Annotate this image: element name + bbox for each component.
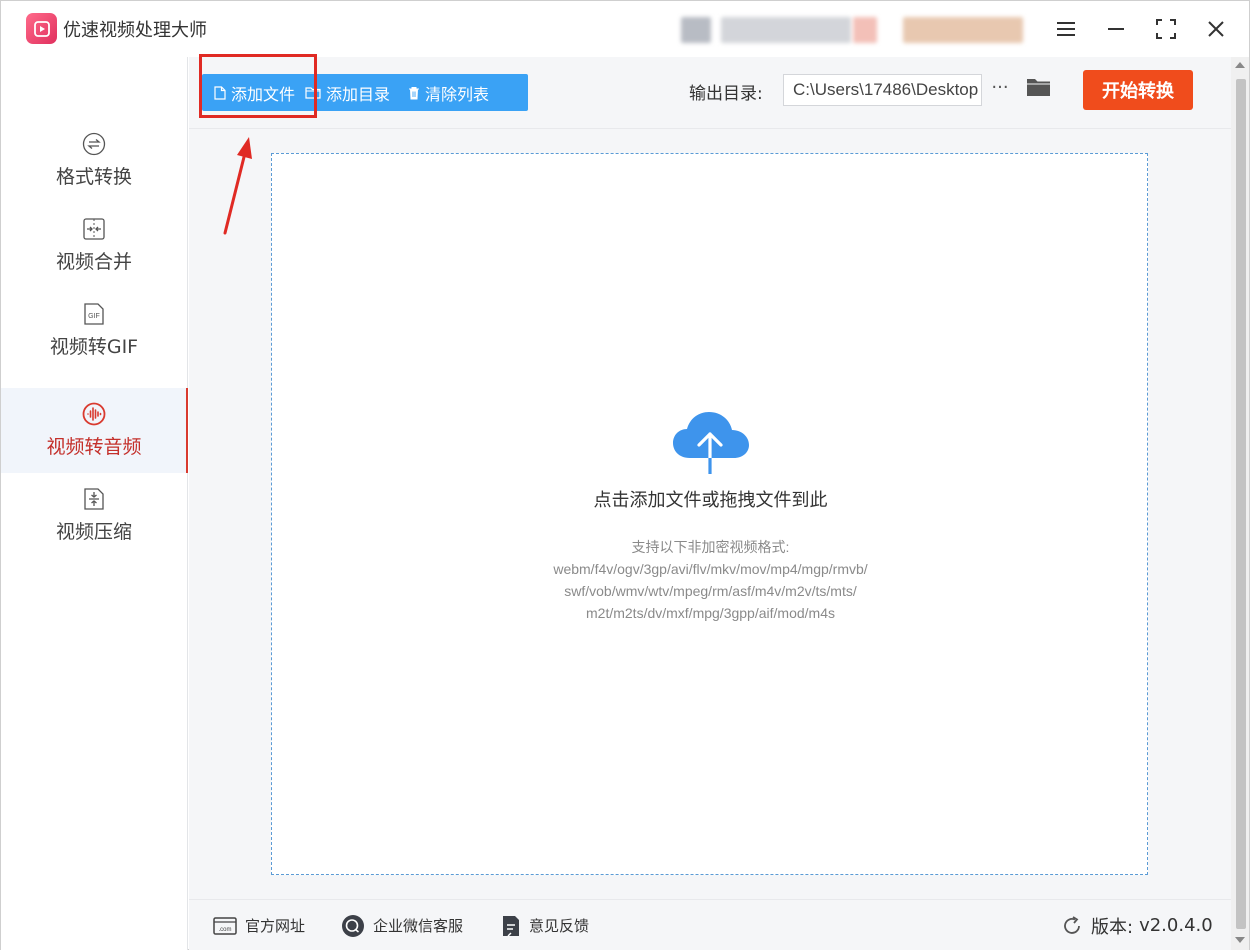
clear-list-label: 清除列表 <box>425 84 490 104</box>
wechat-label: 企业微信客服 <box>373 917 464 935</box>
supported-formats: 支持以下非加密视频格式: webm/f4v/ogv/3gp/avi/flv/mk… <box>272 536 1149 624</box>
sidebar-item-video-merge[interactable]: 视频合并 <box>1 203 187 288</box>
sidebar: 格式转换 视频合并 GIF 视频转GIF 视频转音频 视频压缩 <box>1 57 188 950</box>
sidebar-item-label: 视频合并 <box>55 251 132 273</box>
sidebar-item-video-compress[interactable]: 视频压缩 <box>1 473 187 558</box>
formats-line: m2t/m2ts/dv/mxf/mpg/3gpp/aif/mod/m4s <box>586 605 835 621</box>
svg-text:.com: .com <box>218 927 231 933</box>
trash-icon <box>409 86 420 99</box>
app-logo-icon <box>26 13 57 44</box>
scroll-up-arrow-icon[interactable] <box>1235 62 1245 68</box>
app-title: 优速视频处理大师 <box>63 20 207 41</box>
minimize-icon[interactable] <box>1100 13 1132 45</box>
close-icon[interactable] <box>1200 13 1232 45</box>
website-label: 官方网址 <box>245 917 306 935</box>
add-folder-button[interactable]: 添加目录 <box>303 74 398 111</box>
add-folder-label: 添加目录 <box>326 84 391 104</box>
wechat-icon <box>342 914 364 937</box>
version-info: 版本: v2.0.4.0 <box>1061 900 1213 950</box>
cloud-upload-icon <box>672 410 750 476</box>
sidebar-item-label: 格式转换 <box>55 166 132 188</box>
wechat-support-link[interactable]: 企业微信客服 <box>341 900 463 950</box>
toolbar: 添加文件 添加目录 清除列表 输出目录: C:\Users\17486\Desk… <box>189 54 1231 129</box>
feedback-icon <box>503 915 519 936</box>
annotation-highlight-box <box>199 54 317 118</box>
sidebar-item-label: 视频转音频 <box>46 436 142 458</box>
svg-text:GIF: GIF <box>88 313 100 320</box>
scroll-down-arrow-icon[interactable] <box>1235 937 1245 943</box>
maximize-icon[interactable] <box>1150 13 1182 45</box>
version-number: v2.0.4.0 <box>1139 915 1213 936</box>
sidebar-item-format-convert[interactable]: 格式转换 <box>1 118 187 203</box>
start-convert-button[interactable]: 开始转换 <box>1083 70 1193 110</box>
open-folder-icon[interactable] <box>1025 75 1053 103</box>
formats-line: swf/vob/wmv/wtv/mpeg/rm/asf/m4v/m2v/ts/m… <box>564 583 857 599</box>
formats-line: webm/f4v/ogv/3gp/avi/flv/mkv/mov/mp4/mgp… <box>553 561 868 577</box>
app-window: 优速视频处理大师 格式转换 视频合并 GIF 视频转GIF 视频转音频 视频压缩… <box>0 0 1250 950</box>
scroll-thumb[interactable] <box>1236 79 1246 929</box>
gif-icon: GIF <box>82 302 106 326</box>
output-dir-field[interactable]: C:\Users\17486\Desktop <box>783 74 982 106</box>
output-dir-label: 输出目录: <box>689 84 763 104</box>
official-website-link[interactable]: .com 官方网址 <box>213 900 305 950</box>
footer: .com 官方网址 企业微信客服 意见反馈 版本: v2.0.4.0 <box>189 899 1231 950</box>
sidebar-item-label: 视频压缩 <box>55 521 132 543</box>
sidebar-item-label: 视频转GIF <box>49 336 139 358</box>
version-label: 版本: <box>1091 916 1134 938</box>
merge-icon <box>82 217 106 241</box>
drop-zone-title: 点击添加文件或拖拽文件到此 <box>593 490 828 511</box>
format-convert-icon <box>82 132 106 156</box>
browse-more-button[interactable]: ··· <box>989 74 1011 106</box>
sidebar-item-video-to-audio[interactable]: 视频转音频 <box>1 388 188 473</box>
vertical-scrollbar[interactable] <box>1231 57 1249 950</box>
compress-icon <box>82 487 106 511</box>
feedback-label: 意见反馈 <box>529 917 590 935</box>
feedback-link[interactable]: 意见反馈 <box>501 900 589 950</box>
formats-heading: 支持以下非加密视频格式: <box>631 539 790 555</box>
main-panel: 添加文件 添加目录 清除列表 输出目录: C:\Users\17486\Desk… <box>189 54 1231 950</box>
clear-list-button[interactable]: 清除列表 <box>398 74 497 111</box>
menu-icon[interactable] <box>1050 13 1082 45</box>
file-drop-zone[interactable]: 点击添加文件或拖拽文件到此 支持以下非加密视频格式: webm/f4v/ogv/… <box>271 153 1148 875</box>
audio-wave-icon <box>82 402 106 426</box>
sidebar-item-video-to-gif[interactable]: GIF 视频转GIF <box>1 288 187 373</box>
refresh-icon <box>1064 915 1080 934</box>
blurred-account-info <box>681 9 1026 51</box>
active-indicator <box>186 388 188 473</box>
website-icon: .com <box>213 916 237 935</box>
title-bar: 优速视频处理大师 <box>1 1 1249 57</box>
annotation-arrow-icon <box>223 137 252 235</box>
